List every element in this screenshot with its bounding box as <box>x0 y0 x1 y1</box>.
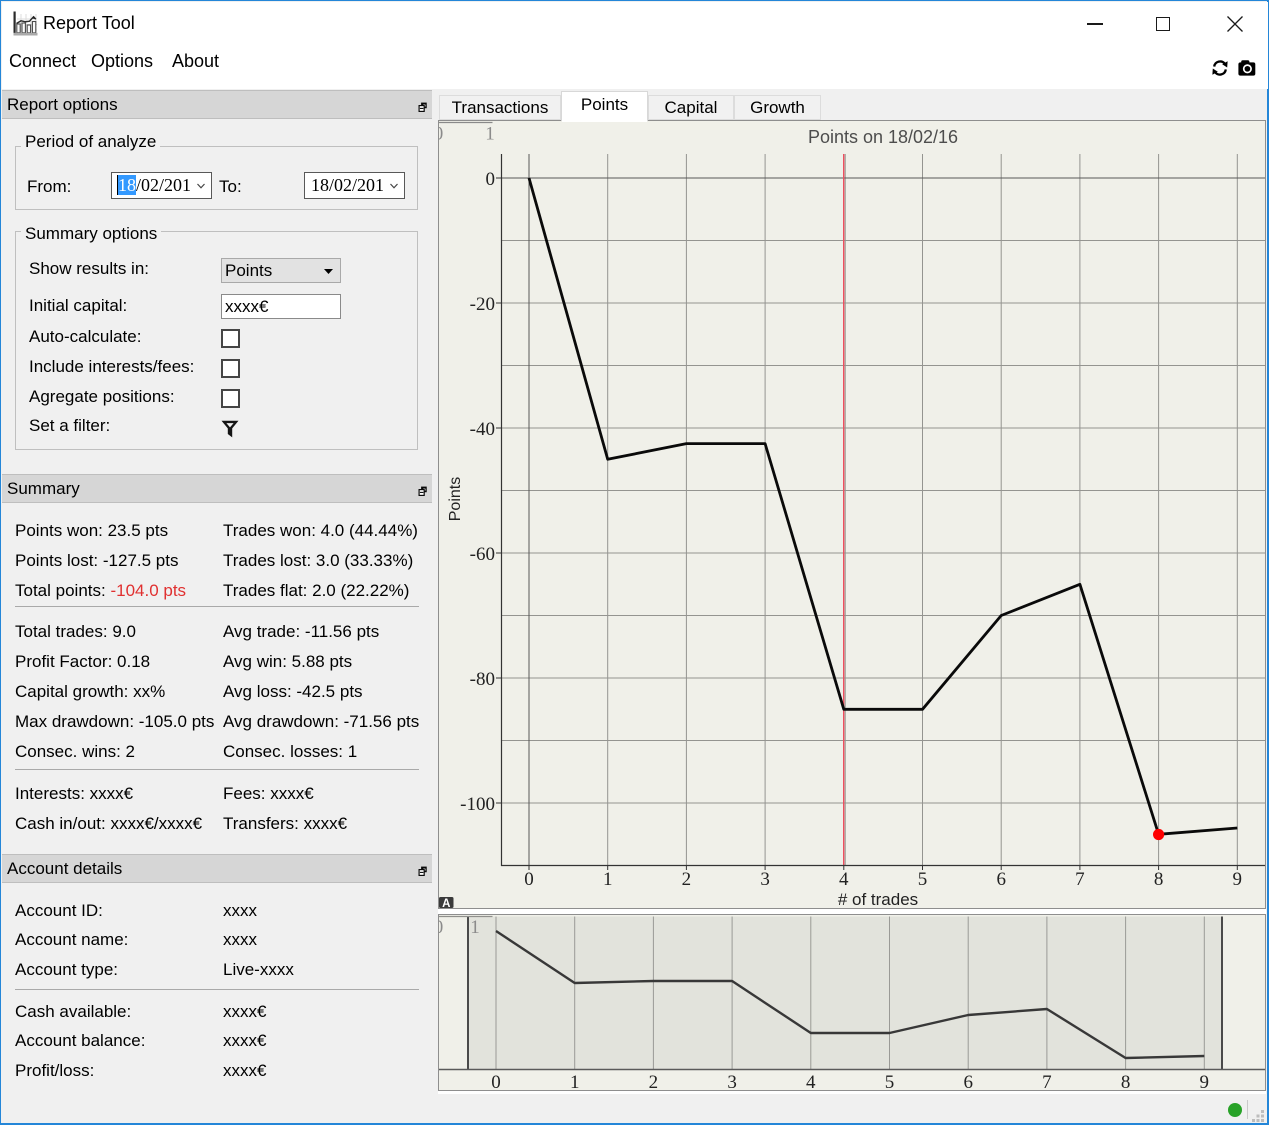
svg-text:2: 2 <box>649 1072 659 1091</box>
svg-text:0: 0 <box>491 1072 501 1091</box>
svg-text:8: 8 <box>1121 1072 1131 1091</box>
svg-text:9: 9 <box>1233 869 1243 890</box>
svg-text:3: 3 <box>727 1072 737 1091</box>
svg-text:7: 7 <box>1042 1072 1052 1091</box>
svg-text:4: 4 <box>839 869 849 890</box>
svg-text:-40: -40 <box>470 419 495 440</box>
svg-text:# of trades: # of trades <box>838 890 918 909</box>
svg-text:7: 7 <box>1075 869 1085 890</box>
svg-text:9: 9 <box>1200 1072 1210 1091</box>
svg-text:5: 5 <box>918 869 928 890</box>
svg-text:8: 8 <box>1154 869 1164 890</box>
svg-text:0: 0 <box>486 169 496 190</box>
svg-text:0: 0 <box>438 917 443 938</box>
svg-text:6: 6 <box>996 869 1006 890</box>
svg-text:-80: -80 <box>470 669 495 690</box>
svg-text:1: 1 <box>470 917 480 938</box>
svg-text:0: 0 <box>438 124 443 145</box>
svg-text:-20: -20 <box>470 294 495 315</box>
svg-text:4: 4 <box>806 1072 816 1091</box>
svg-text:3: 3 <box>760 869 770 890</box>
svg-text:0: 0 <box>524 869 534 890</box>
svg-text:1: 1 <box>485 124 495 145</box>
svg-text:2: 2 <box>682 869 692 890</box>
svg-text:-100: -100 <box>460 794 495 815</box>
svg-text:6: 6 <box>963 1072 973 1091</box>
svg-text:Points: Points <box>447 477 464 521</box>
svg-text:-60: -60 <box>470 544 495 565</box>
svg-text:5: 5 <box>885 1072 895 1091</box>
svg-text:1: 1 <box>570 1072 580 1091</box>
svg-text:1: 1 <box>603 869 613 890</box>
svg-text:A: A <box>442 898 450 909</box>
svg-text:Points on 18/02/16: Points on 18/02/16 <box>808 127 958 147</box>
